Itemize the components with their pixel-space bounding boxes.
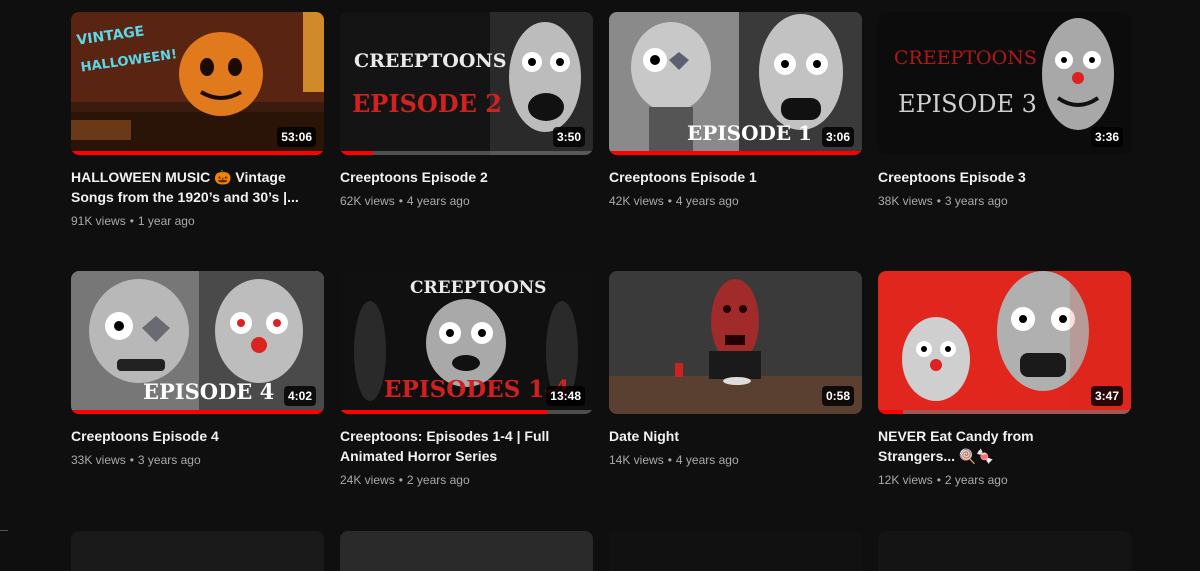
svg-text:CREEPTOONS: CREEPTOONS [894,47,1037,69]
video-thumbnail[interactable]: 3:47 [878,271,1131,414]
video-card[interactable]: 3:47 NEVER Eat Candy from Strangers... 🍭… [878,271,1131,530]
meta-separator: • [936,473,941,487]
video-card[interactable]: CREEPTOONS EPISODE 2 3:50 Creeptoons Epi… [340,12,593,271]
meta-separator: • [398,473,403,487]
view-count: 42K views [609,194,664,208]
view-count: 62K views [340,194,395,208]
video-duration: 3:47 [1090,386,1123,406]
svg-text:EPISODE 3: EPISODE 3 [898,90,1037,118]
video-thumbnail[interactable] [878,531,1131,571]
meta-separator: • [667,453,672,467]
video-grid-next-row [71,531,1133,571]
video-card[interactable]: 0:58 Date Night 14K views • 4 years ago [609,271,862,530]
video-thumbnail[interactable]: CREEPTOONS EPISODE 2 3:50 [340,12,593,155]
video-duration: 3:36 [1090,127,1123,147]
watch-progress-bar [71,410,324,414]
video-title[interactable]: Creeptoons: Episodes 1-4 | Full Animated… [340,426,593,466]
video-thumbnail[interactable]: VINTAGE HALLOWEEN! 53:06 [71,12,324,155]
view-count: 24K views [340,473,395,487]
watch-progress-bar [609,151,862,155]
upload-age: 4 years ago [406,194,470,208]
watch-progress-bar [340,151,593,155]
video-meta: 62K views • 4 years ago [340,191,593,211]
video-card[interactable]: CREEPTOONS EPISODE 3 3:36 Creeptoons Epi… [878,12,1131,271]
video-title[interactable]: NEVER Eat Candy from Strangers... 🍭🍬 [878,426,1131,466]
svg-text:EPISODE 1: EPISODE 1 [687,121,812,145]
video-meta: 38K views • 3 years ago [878,191,1131,211]
watch-progress-bar [878,410,1131,414]
video-title[interactable]: Date Night [609,426,862,446]
svg-text:EPISODES 1-4: EPISODES 1-4 [384,376,570,403]
video-duration: 13:48 [546,386,585,406]
upload-age: 1 year ago [137,214,195,228]
video-meta: 14K views • 4 years ago [609,450,862,470]
video-card[interactable]: EPISODE 4 4:02 Creeptoons Episode 4 33K … [71,271,324,530]
video-meta: 24K views • 2 years ago [340,470,593,490]
upload-age: 2 years ago [406,473,470,487]
video-thumbnail[interactable]: CREEPTOONS EPISODE 3 3:36 [878,12,1131,155]
watch-progress-bar [340,410,593,414]
video-thumbnail[interactable] [71,531,324,571]
video-duration: 0:58 [821,386,854,406]
meta-separator: • [129,214,134,228]
view-count: 14K views [609,453,664,467]
video-thumbnail[interactable]: EPISODE 4 4:02 [71,271,324,414]
meta-separator: • [936,194,941,208]
video-duration: 3:06 [821,127,854,147]
video-title[interactable]: Creeptoons Episode 4 [71,426,324,446]
video-card[interactable]: EPISODE 1 3:06 Creeptoons Episode 1 42K … [609,12,862,271]
view-count: 38K views [878,194,933,208]
view-count: 91K views [71,214,126,228]
video-duration: 53:06 [277,127,316,147]
video-thumbnail[interactable]: EPISODE 1 3:06 [609,12,862,155]
upload-age: 2 years ago [944,473,1008,487]
video-thumbnail[interactable] [609,531,862,571]
video-thumbnail[interactable]: CREEPTOONS EPISODES 1-4 13:48 [340,271,593,414]
watch-progress-bar [71,151,324,155]
upload-age: 3 years ago [944,194,1008,208]
svg-text:CREEPTOONS: CREEPTOONS [354,50,507,72]
video-title[interactable]: Creeptoons Episode 3 [878,167,1131,187]
video-card[interactable]: CREEPTOONS EPISODES 1-4 13:48 Creeptoons… [340,271,593,530]
upload-age: 4 years ago [675,453,739,467]
divider [0,530,8,531]
svg-text:EPISODE 4: EPISODE 4 [143,379,274,404]
meta-separator: • [129,453,134,467]
video-duration: 3:50 [552,127,585,147]
video-grid: VINTAGE HALLOWEEN! 53:06 HALLOWEEN MUSIC… [71,12,1133,530]
view-count: 12K views [878,473,933,487]
video-meta: 42K views • 4 years ago [609,191,862,211]
video-meta: 33K views • 3 years ago [71,450,324,470]
view-count: 33K views [71,453,126,467]
video-title[interactable]: Creeptoons Episode 2 [340,167,593,187]
video-title[interactable]: HALLOWEEN MUSIC 🎃 Vintage Songs from the… [71,167,324,207]
video-title[interactable]: Creeptoons Episode 1 [609,167,862,187]
video-thumbnail[interactable] [340,531,593,571]
meta-separator: • [398,194,403,208]
video-meta: 91K views • 1 year ago [71,211,324,231]
upload-age: 4 years ago [675,194,739,208]
meta-separator: • [667,194,672,208]
video-thumbnail[interactable]: 0:58 [609,271,862,414]
video-card[interactable]: VINTAGE HALLOWEEN! 53:06 HALLOWEEN MUSIC… [71,12,324,271]
svg-text:CREEPTOONS: CREEPTOONS [410,278,546,298]
video-meta: 12K views • 2 years ago [878,470,1131,490]
svg-text:EPISODE 2: EPISODE 2 [352,89,502,118]
video-duration: 4:02 [283,386,316,406]
upload-age: 3 years ago [137,453,201,467]
